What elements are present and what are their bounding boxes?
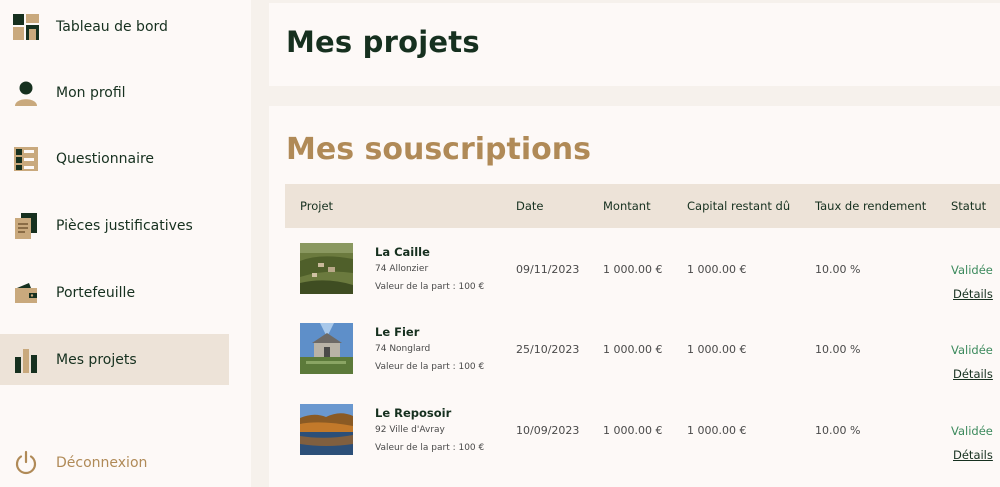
- bar-chart-icon: [13, 347, 39, 373]
- sidebar-item-profile[interactable]: Mon profil: [0, 67, 229, 118]
- questionnaire-icon: [13, 146, 39, 172]
- project-part-value: Valeur de la part : 100 €: [375, 282, 485, 292]
- subscription-amount: 1 000.00 €: [603, 263, 663, 276]
- table-row: Le Fier 74 Nonglard Valeur de la part : …: [269, 323, 1000, 403]
- sidebar-item-dashboard[interactable]: Tableau de bord: [0, 1, 229, 52]
- sidebar-item-label: Mon profil: [56, 84, 126, 101]
- yield-rate: 10.00 %: [815, 343, 861, 356]
- yield-rate: 10.00 %: [815, 424, 861, 437]
- table-row: Le Reposoir 92 Ville d'Avray Valeur de l…: [269, 404, 1000, 484]
- project-thumbnail: [300, 404, 353, 455]
- wallet-icon: [13, 280, 39, 306]
- project-location: 74 Allonzier: [375, 264, 429, 274]
- subscription-date: 25/10/2023: [516, 343, 580, 356]
- details-link[interactable]: Détails: [953, 287, 993, 301]
- sidebar-item-documents[interactable]: Pièces justificatives: [0, 200, 229, 251]
- remaining-capital: 1 000.00 €: [687, 263, 747, 276]
- sidebar-item-label: Questionnaire: [56, 150, 155, 167]
- logout-label: Déconnexion: [56, 454, 148, 471]
- sidebar-item-wallet[interactable]: Portefeuille: [0, 267, 229, 318]
- sidebar: Tableau de bord Mon profil Questionnaire: [0, 0, 251, 487]
- user-icon: [13, 80, 39, 106]
- section-title: Mes souscriptions: [286, 132, 591, 167]
- page-header: Mes projets: [269, 3, 1000, 86]
- documents-icon: [13, 212, 39, 239]
- table-header: Projet Date Montant Capital restant dû T…: [285, 184, 1000, 228]
- column-header-date: Date: [516, 199, 544, 213]
- sidebar-item-label: Portefeuille: [56, 284, 136, 301]
- details-link[interactable]: Détails: [953, 448, 993, 462]
- page-title: Mes projets: [286, 25, 480, 59]
- sidebar-item-label: Tableau de bord: [56, 18, 168, 35]
- status-badge: Validée: [951, 263, 993, 277]
- project-location: 92 Ville d'Avray: [375, 425, 445, 435]
- subscription-amount: 1 000.00 €: [603, 424, 663, 437]
- project-thumbnail: [300, 243, 353, 294]
- subscription-amount: 1 000.00 €: [603, 343, 663, 356]
- project-part-value: Valeur de la part : 100 €: [375, 362, 485, 372]
- column-header-rate: Taux de rendement: [815, 199, 927, 213]
- sidebar-item-label: Pièces justificatives: [56, 217, 193, 234]
- details-link[interactable]: Détails: [953, 367, 993, 381]
- project-part-value: Valeur de la part : 100 €: [375, 443, 485, 453]
- project-location: 74 Nonglard: [375, 344, 431, 354]
- sidebar-item-projects[interactable]: Mes projets: [0, 334, 229, 385]
- status-badge: Validée: [951, 424, 993, 438]
- remaining-capital: 1 000.00 €: [687, 343, 747, 356]
- subscription-date: 09/11/2023: [516, 263, 580, 276]
- project-name[interactable]: Le Fier: [375, 325, 419, 339]
- sidebar-item-questionnaire[interactable]: Questionnaire: [0, 133, 229, 184]
- power-icon: [13, 450, 39, 476]
- project-name[interactable]: La Caille: [375, 245, 430, 259]
- dashboard-icon: [13, 13, 39, 40]
- logout-button[interactable]: Déconnexion: [0, 437, 229, 487]
- column-header-project: Projet: [300, 199, 334, 213]
- project-thumbnail: [300, 323, 353, 374]
- status-badge: Validée: [951, 343, 993, 357]
- column-header-amount: Montant: [603, 199, 651, 213]
- sidebar-item-label: Mes projets: [56, 351, 137, 368]
- column-header-status: Statut: [951, 199, 987, 213]
- column-header-capital: Capital restant dû: [687, 199, 791, 213]
- yield-rate: 10.00 %: [815, 263, 861, 276]
- remaining-capital: 1 000.00 €: [687, 424, 747, 437]
- table-row: La Caille 74 Allonzier Valeur de la part…: [269, 243, 1000, 323]
- subscription-date: 10/09/2023: [516, 424, 580, 437]
- subscriptions-card: Mes souscriptions Projet Date Montant Ca…: [269, 106, 1000, 487]
- project-name[interactable]: Le Reposoir: [375, 406, 451, 420]
